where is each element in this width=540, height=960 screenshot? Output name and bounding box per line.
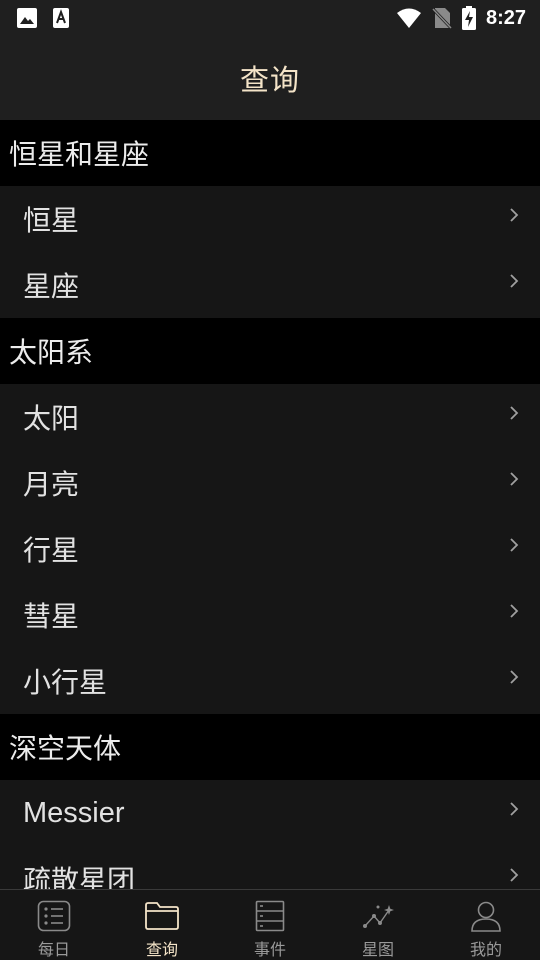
chevron-right-icon	[506, 603, 522, 619]
no-sim-icon	[431, 7, 452, 29]
list-item-sun[interactable]: 太阳	[0, 384, 540, 450]
chevron-right-icon	[506, 405, 522, 421]
image-icon	[16, 7, 38, 29]
list-item-label: 行星	[23, 534, 80, 567]
list-item-label: 疏散星团	[23, 864, 136, 889]
profile-icon	[468, 899, 504, 932]
battery-charging-icon	[461, 6, 476, 30]
list-item-label: 太阳	[23, 402, 80, 435]
nav-label: 查询	[145, 940, 178, 959]
nav-label: 每日	[37, 940, 70, 959]
events-icon	[252, 899, 288, 932]
list-item-constellations[interactable]: 星座	[0, 252, 540, 318]
section-header-stars-constellations: 恒星和星座	[0, 120, 540, 186]
wifi-icon	[396, 7, 422, 29]
list-item-messier[interactable]: Messier	[0, 780, 540, 846]
list-item-label: Messier	[23, 796, 125, 829]
list-item-planets[interactable]: 行星	[0, 516, 540, 582]
nav-daily[interactable]: 每日	[0, 890, 108, 960]
chevron-right-icon	[506, 867, 522, 883]
list-item-moon[interactable]: 月亮	[0, 450, 540, 516]
list-item-label: 彗星	[23, 600, 80, 633]
chevron-right-icon	[506, 801, 522, 817]
list-item-label: 星座	[23, 270, 80, 303]
chevron-right-icon	[506, 669, 522, 685]
status-bar: 8:27	[0, 0, 540, 36]
list-item-stars[interactable]: 恒星	[0, 186, 540, 252]
nav-label: 事件	[253, 940, 286, 959]
nav-label: 星图	[361, 940, 394, 959]
list-item-label: 恒星	[23, 204, 80, 237]
page-title: 查询	[239, 63, 300, 97]
chevron-right-icon	[506, 207, 522, 223]
daily-list-icon	[36, 899, 72, 932]
list-item-comets[interactable]: 彗星	[0, 582, 540, 648]
list-item-label: 月亮	[23, 468, 80, 501]
nav-label: 我的	[469, 940, 502, 959]
section-header-deep-sky: 深空天体	[0, 714, 540, 780]
chevron-right-icon	[506, 273, 522, 289]
chevron-right-icon	[506, 537, 522, 553]
list-item-label: 小行星	[23, 666, 108, 699]
nav-events[interactable]: 事件	[216, 890, 324, 960]
folder-icon	[144, 899, 180, 932]
list-item-open-clusters[interactable]: 疏散星团	[0, 846, 540, 889]
query-list[interactable]: 恒星和星座 恒星 星座 太阳系 太阳 月亮 行星 彗星 小行星 深空天体 Mes…	[0, 120, 540, 889]
status-right-icons: 8:27	[396, 6, 526, 30]
nav-profile[interactable]: 我的	[432, 890, 540, 960]
status-left-icons	[16, 7, 70, 29]
text-a-icon	[52, 7, 70, 29]
status-time: 8:27	[485, 6, 526, 29]
title-bar: 查询	[0, 36, 540, 120]
nav-query[interactable]: 查询	[108, 890, 216, 960]
app-screen: 8:27 查询 恒星和星座 恒星 星座 太阳系 太阳 月亮 行星 彗星 小行星 …	[0, 0, 540, 960]
chevron-right-icon	[506, 471, 522, 487]
nav-star-map[interactable]: 星图	[324, 890, 432, 960]
list-item-asteroids[interactable]: 小行星	[0, 648, 540, 714]
bottom-nav: 每日 查询 事件 星图 我的	[0, 889, 540, 960]
section-header-solar-system: 太阳系	[0, 318, 540, 384]
star-map-icon	[360, 899, 396, 932]
